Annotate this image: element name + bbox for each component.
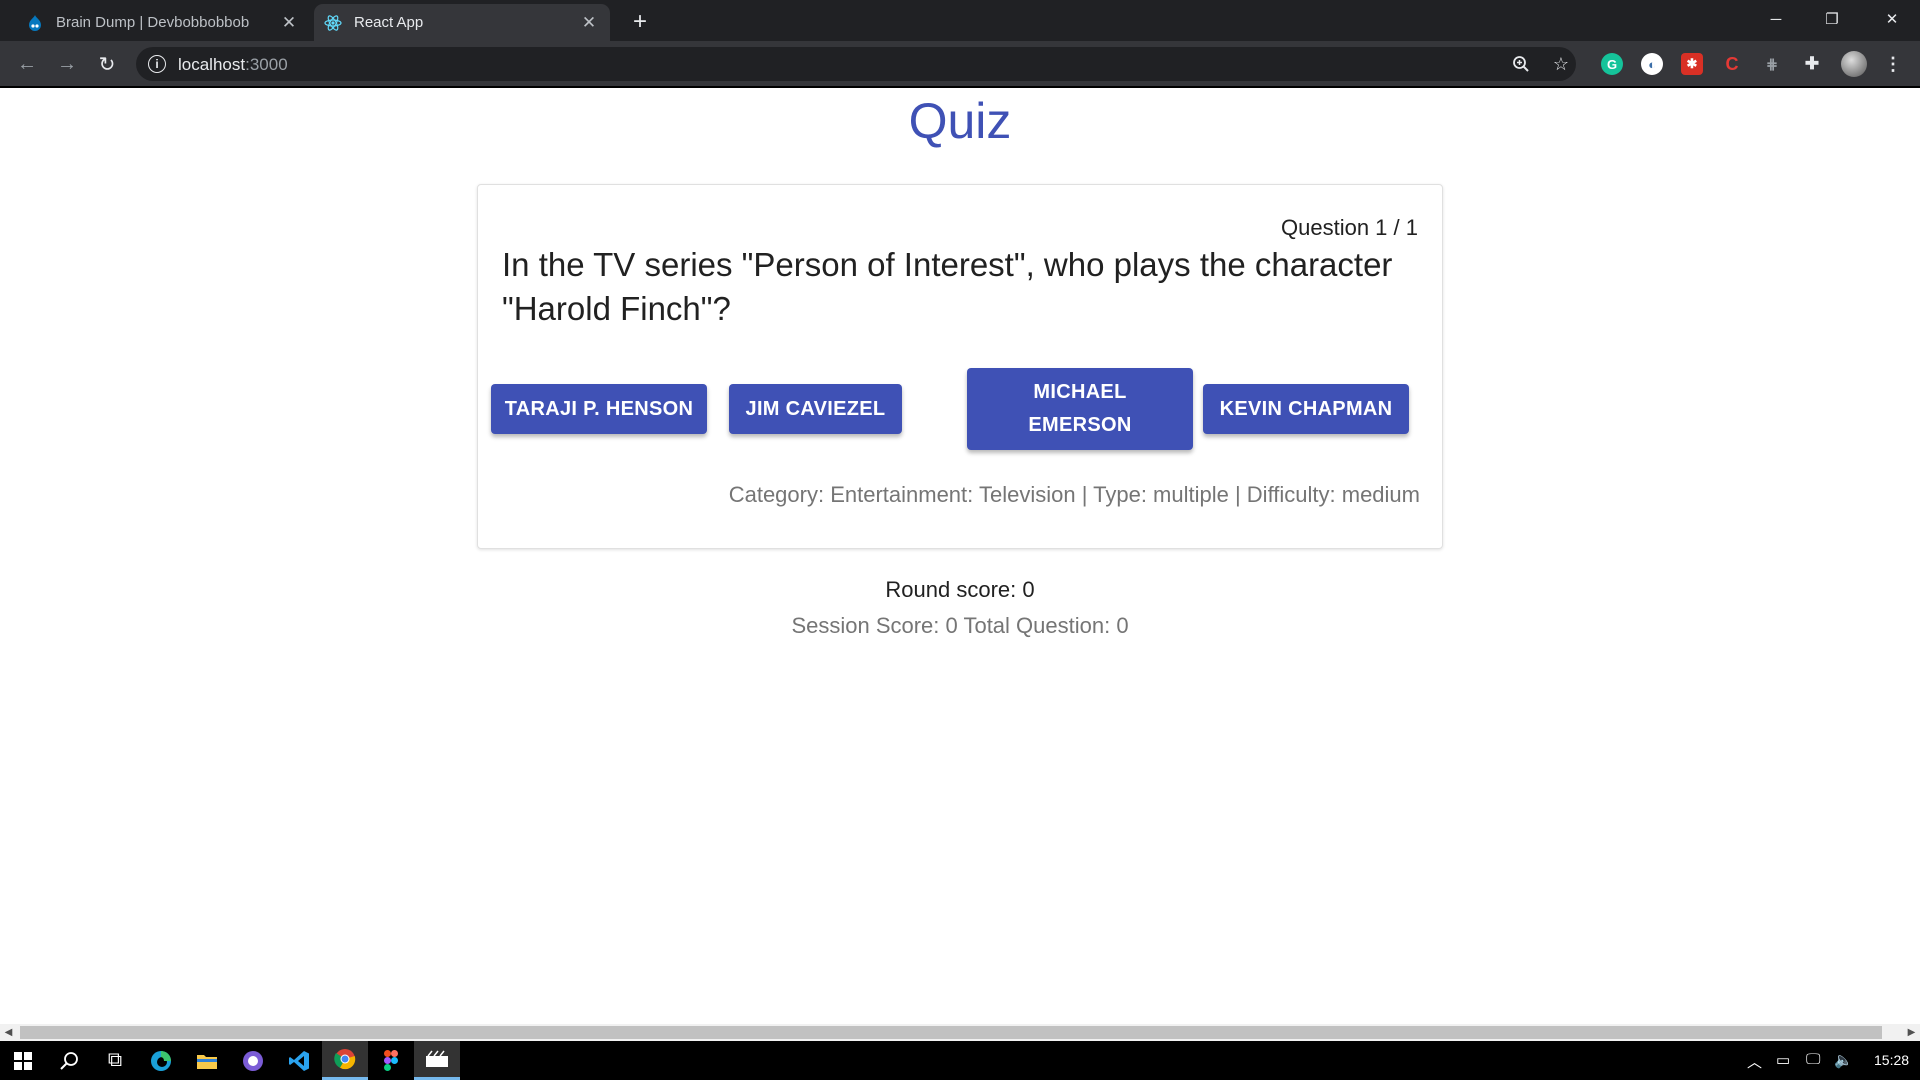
figma-icon[interactable] [368,1041,414,1080]
zoom-icon[interactable] [1510,53,1532,75]
windows-start-icon[interactable] [0,1041,46,1080]
edge-browser-icon[interactable] [138,1041,184,1080]
page-title: Quiz [908,93,1012,149]
new-tab-icon[interactable]: + [625,7,655,37]
answer-button[interactable]: TARAJI P. HENSON [491,384,707,434]
round-score: Round score: 0 [885,577,1035,602]
tray-chevron-up-icon[interactable]: ︿ [1747,1051,1762,1072]
question-counter: Question 1 / 1 [1281,215,1418,240]
answer-button[interactable]: KEVIN CHAPMAN [1203,384,1409,434]
tab-brain-dump[interactable]: Brain Dump | Devbobbobbob ✕ [0,4,310,41]
close-window-icon[interactable]: ✕ [1864,0,1920,38]
taskbar-clock[interactable]: 15:28 [1874,1052,1909,1068]
question-meta: Category: Entertainment: Television | Ty… [728,482,1420,507]
tab-title: React App [354,14,424,31]
task-view-icon[interactable]: ⧉ [92,1041,138,1080]
app-window-icon[interactable] [414,1041,460,1080]
browser-toolbar: ← → ↻ i localhost:3000 ☆ G ◐ ✱ C ⋕ ✚ ⋮ [0,41,1920,88]
site-info-icon[interactable]: i [148,55,166,73]
network-icon[interactable]: 🖵 [1806,1051,1820,1068]
scrollbar-thumb[interactable] [20,1026,1882,1039]
reload-icon[interactable]: ↻ [92,49,122,79]
chrome-icon[interactable] [322,1041,368,1080]
app-circle-icon[interactable] [230,1041,276,1080]
question-text: In the TV series "Person of Interest", w… [502,246,1393,327]
extensions-puzzle-icon[interactable]: ✚ [1801,53,1823,75]
drupal-favicon-icon [26,14,44,32]
extension-red-icon[interactable]: ✱ [1681,53,1703,75]
volume-icon[interactable]: 🔈 [1834,1051,1853,1069]
page-content: Quiz Question 1 / 1 In the TV series "Pe… [0,90,1920,1024]
close-tab-icon[interactable]: ✕ [278,12,300,34]
search-icon[interactable] [46,1041,92,1080]
react-favicon-icon [324,14,342,32]
forward-icon[interactable]: → [52,49,82,79]
extension-grid-icon[interactable]: ⋕ [1761,53,1783,75]
question-card: Question 1 / 1 In the TV series "Person … [477,184,1443,549]
close-tab-icon[interactable]: ✕ [578,12,600,34]
url-port: :3000 [245,55,288,74]
minimize-icon[interactable]: ─ [1748,0,1804,38]
vscode-icon[interactable] [276,1041,322,1080]
extension-circle-icon[interactable]: ◐ [1641,53,1663,75]
tab-title: Brain Dump | Devbobbobbob [56,14,250,31]
tab-react-app[interactable]: React App ✕ [314,4,610,41]
horizontal-scrollbar[interactable]: ◀ ▶ [0,1024,1920,1041]
profile-avatar[interactable] [1841,51,1867,77]
battery-icon[interactable]: ▭ [1776,1051,1790,1069]
session-score: Session Score: 0 Total Question: 0 [791,613,1129,638]
browser-tabstrip: Brain Dump | Devbobbobbob ✕ React App ✕ … [0,0,1920,41]
answer-button[interactable]: MICHAEL EMERSON [967,368,1193,450]
back-icon[interactable]: ← [12,49,42,79]
url-host: localhost [178,55,246,74]
extension-c-icon[interactable]: C [1721,53,1743,75]
address-bar[interactable]: i localhost:3000 ☆ [136,47,1576,81]
restore-icon[interactable]: ❐ [1804,0,1860,38]
file-explorer-icon[interactable] [184,1041,230,1080]
menu-kebab-icon[interactable]: ⋮ [1882,53,1904,75]
windows-taskbar: ⧉ ︿ ▭ 🖵 🔈 15:28 [0,1041,1920,1080]
scroll-right-icon[interactable]: ▶ [1903,1024,1920,1041]
grammarly-extension-icon[interactable]: G [1601,53,1623,75]
scroll-left-icon[interactable]: ◀ [0,1024,17,1041]
answer-button[interactable]: JIM CAVIEZEL [729,384,902,434]
bookmark-star-icon[interactable]: ☆ [1550,53,1572,75]
address-url: localhost:3000 [178,55,288,75]
